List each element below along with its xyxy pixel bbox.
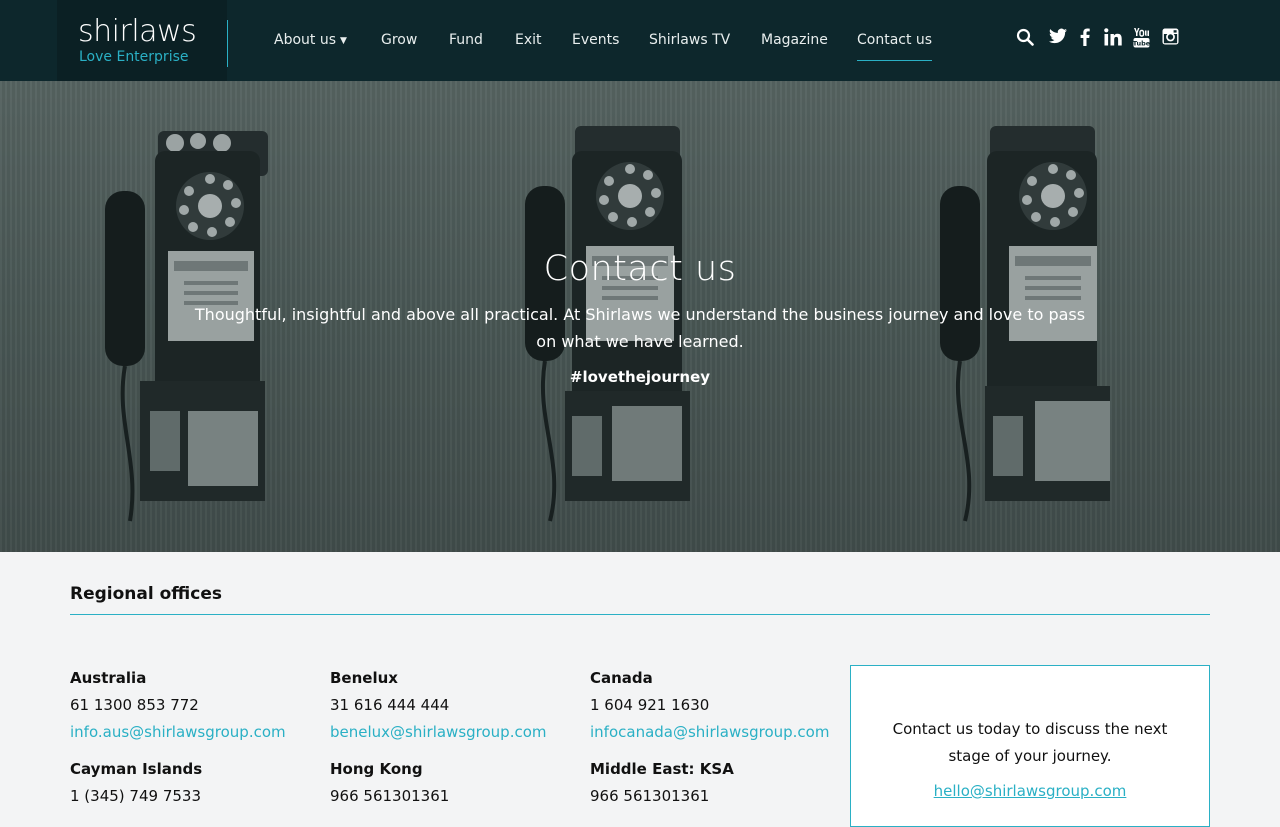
office-phone[interactable]: 31 616 444 444 (330, 696, 590, 723)
logo-tagline: Love Enterprise (79, 49, 189, 65)
twitter-icon[interactable] (1049, 28, 1067, 44)
logo[interactable]: shirlaws Love Enterprise (57, 0, 227, 81)
linkedin-icon[interactable] (1104, 28, 1122, 46)
cta-text: Contact us today to discuss the next sta… (892, 720, 1168, 765)
office-name: Middle East: KSA (590, 760, 734, 778)
logo-wordmark: shirlaws (78, 14, 197, 49)
office-email[interactable]: infocanada@shirlawsgroup.com (590, 723, 850, 750)
nav-about-us[interactable]: About us ▼ (274, 32, 347, 48)
office-phone[interactable]: 61 1300 853 772 (70, 696, 330, 723)
office-hong-kong: Hong Kong 966 561301361 (330, 760, 590, 814)
office-email[interactable]: info.aus@shirlawsgroup.com (70, 723, 330, 750)
office-phone[interactable]: 1 604 921 1630 (590, 696, 850, 723)
office-phone[interactable]: 966 561301361 (590, 787, 850, 814)
office-middle-east-ksa: Middle East: KSA 966 561301361 (590, 760, 850, 814)
hero-hashtag: #lovethejourney (569, 368, 711, 386)
office-canada: Canada 1 604 921 1630 infocanada@shirlaw… (590, 669, 850, 750)
logo-divider (227, 20, 228, 67)
facebook-icon[interactable] (1080, 28, 1090, 46)
nav-exit[interactable]: Exit (515, 32, 542, 48)
office-email[interactable]: benelux@shirlawsgroup.com (330, 723, 590, 750)
office-australia: Australia 61 1300 853 772 info.aus@shirl… (70, 669, 330, 750)
search-icon[interactable] (1016, 28, 1034, 46)
svg-text:Tube: Tube (1133, 40, 1150, 48)
office-name: Canada (590, 669, 653, 687)
nav-contact-us[interactable]: Contact us (857, 32, 933, 61)
nav-fund[interactable]: Fund (449, 32, 483, 48)
office-name: Benelux (330, 669, 398, 687)
cta-email-link[interactable]: hello@shirlawsgroup.com (851, 782, 1209, 800)
office-phone[interactable]: 1 (345) 749 7533 (70, 787, 330, 814)
section-title: Regional offices (70, 584, 222, 604)
site-header: shirlaws Love Enterprise About us ▼ Grow … (0, 0, 1280, 81)
nav-events[interactable]: Events (572, 32, 619, 48)
nav-label: About us (274, 32, 337, 48)
office-name: Cayman Islands (70, 760, 203, 778)
office-cayman-islands: Cayman Islands 1 (345) 749 7533 (70, 760, 330, 814)
office-name: Hong Kong (330, 760, 423, 778)
instagram-icon[interactable] (1162, 28, 1179, 45)
page-title: Contact us (543, 249, 737, 289)
office-phone[interactable]: 966 561301361 (330, 787, 590, 814)
caret-down-icon: ▼ (340, 36, 347, 46)
contact-cta-box: Contact us today to discuss the next sta… (850, 665, 1210, 827)
youtube-icon[interactable]: Tube (1133, 28, 1150, 48)
hero-banner: Contact us Thoughtful, insightful and ab… (0, 81, 1280, 552)
office-benelux: Benelux 31 616 444 444 benelux@shirlawsg… (330, 669, 590, 750)
nav-shirlaws-tv[interactable]: Shirlaws TV (649, 32, 730, 48)
nav-magazine[interactable]: Magazine (761, 32, 828, 48)
office-name: Australia (70, 669, 147, 687)
section-divider (70, 614, 1210, 615)
nav-grow[interactable]: Grow (381, 32, 417, 48)
hero-intro-text: Thoughtful, insightful and above all pra… (194, 305, 1086, 351)
